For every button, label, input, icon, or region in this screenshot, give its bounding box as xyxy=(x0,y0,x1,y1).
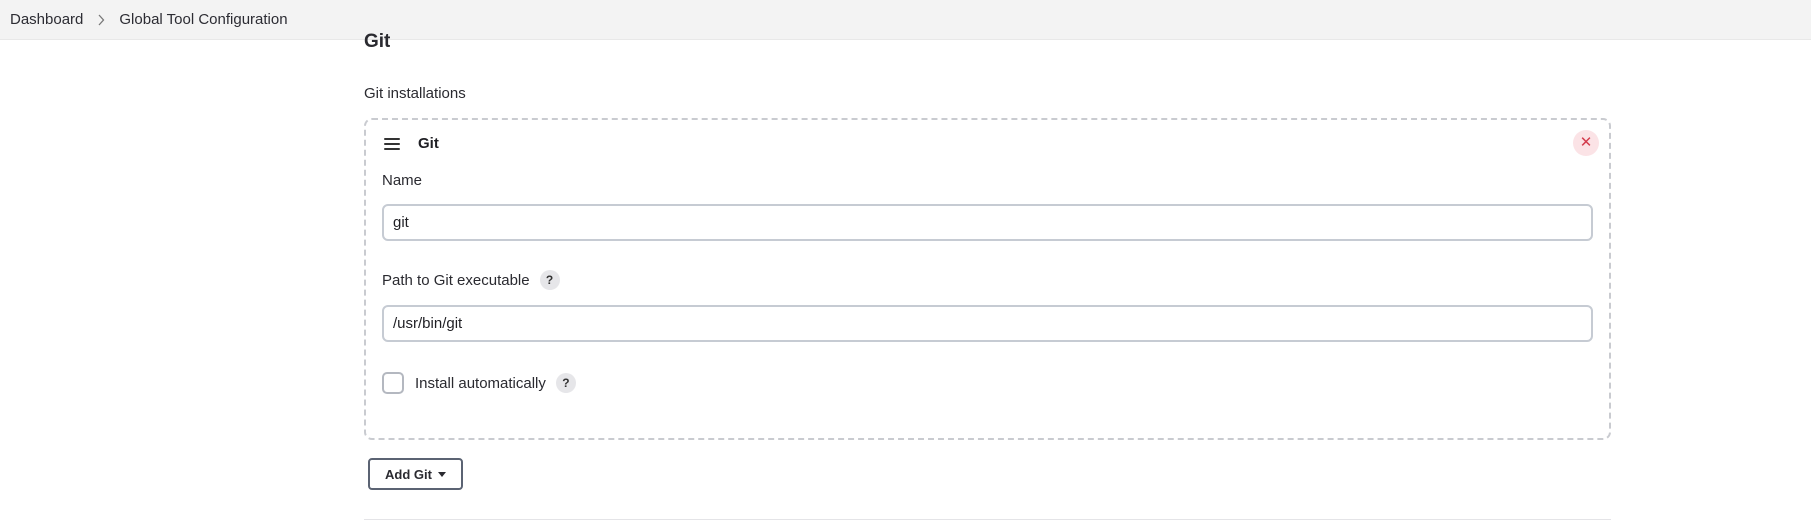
name-label: Name xyxy=(382,172,423,189)
section-divider xyxy=(364,519,1611,520)
add-git-button[interactable]: Add Git xyxy=(368,458,463,490)
section-title: Git xyxy=(364,31,391,52)
delete-installation-button[interactable]: ✕ xyxy=(1573,130,1599,156)
chevron-right-icon xyxy=(97,14,105,26)
drag-handle-icon[interactable] xyxy=(384,138,400,150)
install-automatically-label[interactable]: Install automatically xyxy=(415,375,546,392)
breadcrumb: Dashboard Global Tool Configuration xyxy=(0,0,1811,40)
breadcrumb-dashboard[interactable]: Dashboard xyxy=(10,11,83,28)
git-installation-item: Git ✕ Name Path to Git executable ? Inst… xyxy=(364,118,1611,440)
installation-title: Git xyxy=(418,135,439,152)
path-help-icon[interactable]: ? xyxy=(539,270,560,290)
install-automatically-checkbox[interactable] xyxy=(382,372,404,394)
name-input[interactable] xyxy=(382,204,1593,241)
git-installations-label: Git installations xyxy=(364,85,466,102)
install-help-icon[interactable]: ? xyxy=(555,373,576,393)
add-git-label: Add Git xyxy=(385,466,432,482)
breadcrumb-global-tool-configuration[interactable]: Global Tool Configuration xyxy=(119,11,287,28)
caret-down-icon xyxy=(437,471,446,477)
install-automatically-row: Install automatically ? xyxy=(415,372,576,394)
path-label: Path to Git executable xyxy=(382,271,530,289)
path-input[interactable] xyxy=(382,305,1593,342)
path-label-row: Path to Git executable ? xyxy=(382,270,560,290)
